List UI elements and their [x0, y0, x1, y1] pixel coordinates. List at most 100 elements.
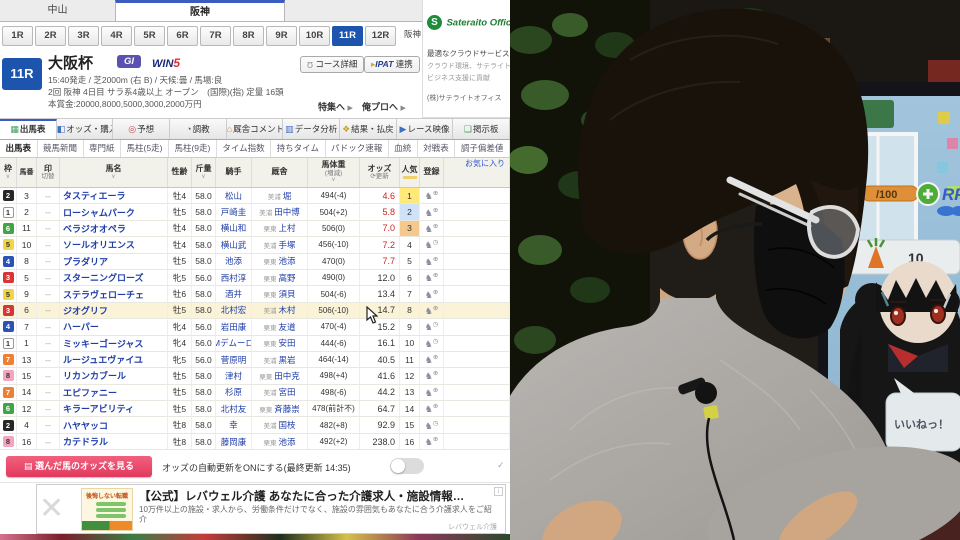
jockey-link[interactable]: 横山和: [221, 222, 247, 234]
register-horse-icon[interactable]: ♞⊕: [425, 271, 439, 284]
horse-name-link[interactable]: エピファニー: [63, 386, 117, 399]
register-horse-icon[interactable]: ♞⊕: [425, 255, 439, 268]
trainer-link[interactable]: 黒岩: [278, 354, 295, 366]
mark-cell[interactable]: --: [37, 220, 60, 237]
col-name[interactable]: 馬名: [60, 158, 168, 187]
favorite-cell[interactable]: [444, 433, 510, 450]
sub-tab[interactable]: 競馬新聞: [38, 140, 84, 157]
favorite-cell[interactable]: [444, 188, 510, 204]
tab-result[interactable]: ❖結果・払戻: [340, 119, 397, 139]
tab-comment[interactable]: ⌂厩舎コメント: [227, 119, 284, 139]
register-horse-icon[interactable]: ♞⊕: [425, 222, 439, 235]
register-horse-icon[interactable]: ♞⊕: [425, 353, 439, 366]
orepro-link[interactable]: 俺プロへ ▶: [362, 100, 406, 113]
favorite-cell[interactable]: [444, 351, 510, 368]
course-detail-button[interactable]: Ω コース詳細: [300, 56, 365, 73]
jockey-link[interactable]: 酒井: [225, 288, 242, 300]
trainer-link[interactable]: 堀: [283, 190, 292, 202]
col-sexage[interactable]: 性齢: [168, 158, 192, 187]
horse-name-link[interactable]: ソールオリエンス: [63, 238, 135, 251]
jockey-link[interactable]: 松山: [225, 190, 242, 202]
race-button-5r[interactable]: 5R: [134, 26, 165, 46]
race-button-10r[interactable]: 10R: [299, 26, 330, 46]
mark-cell[interactable]: --: [37, 204, 60, 220]
horse-name-link[interactable]: ステラヴェローチェ: [63, 288, 144, 301]
feature-link[interactable]: 特集へ ▶: [318, 100, 353, 113]
sub-tab[interactable]: 対戦表: [418, 140, 456, 157]
close-icon[interactable]: ✕: [39, 487, 64, 531]
trainer-link[interactable]: 池添: [278, 436, 295, 448]
favorite-cell[interactable]: [444, 204, 510, 220]
trainer-link[interactable]: 宮田: [278, 386, 295, 398]
tab-board[interactable]: ❑掲示板: [453, 119, 510, 139]
jockey-link[interactable]: 杉原: [225, 386, 242, 398]
horse-name-link[interactable]: ローシャムパーク: [63, 206, 135, 219]
sub-tab[interactable]: 血統: [389, 140, 418, 157]
mark-cell[interactable]: --: [37, 319, 60, 335]
favorite-cell[interactable]: [444, 335, 510, 351]
trainer-link[interactable]: 木村: [278, 304, 295, 316]
favorite-cell[interactable]: [444, 302, 510, 319]
register-horse-icon[interactable]: ♞◷: [425, 238, 439, 251]
tab-odds[interactable]: ◧オッズ・購入: [57, 119, 114, 139]
tab-movie[interactable]: ▶レース映像: [397, 119, 454, 139]
col-register[interactable]: 登録: [420, 158, 444, 187]
jockey-link[interactable]: 菅原明: [221, 354, 247, 366]
register-horse-icon[interactable]: ♞⊕: [425, 206, 439, 219]
mark-cell[interactable]: --: [37, 351, 60, 368]
tab-yosou[interactable]: ◎予想: [113, 119, 171, 139]
trainer-link[interactable]: 高野: [278, 272, 295, 284]
favorite-cell[interactable]: [444, 417, 510, 433]
register-horse-icon[interactable]: ♞⊕: [425, 304, 439, 317]
horse-name-link[interactable]: ミッキーゴージャス: [63, 337, 143, 350]
horse-name-link[interactable]: ハーパー: [63, 320, 99, 333]
horse-name-link[interactable]: タスティエーラ: [63, 189, 125, 202]
mark-cell[interactable]: --: [37, 433, 60, 450]
trainer-link[interactable]: 須貝: [278, 288, 295, 300]
trainer-link[interactable]: 安田: [278, 337, 295, 349]
trainer-link[interactable]: 斉藤崇: [274, 403, 300, 415]
auto-update-toggle[interactable]: [390, 458, 424, 474]
register-horse-icon[interactable]: ♞◷: [425, 337, 439, 350]
col-num[interactable]: 馬番: [17, 158, 37, 187]
horse-name-link[interactable]: ジオグリフ: [63, 304, 108, 317]
selected-odds-button[interactable]: ▤ 選んだ馬のオッズを見る: [6, 456, 152, 477]
jockey-link[interactable]: 横山武: [221, 239, 247, 251]
trainer-link[interactable]: 手塚: [278, 239, 295, 251]
horse-name-link[interactable]: ハヤヤッコ: [63, 419, 108, 432]
favorite-cell[interactable]: [444, 269, 510, 286]
register-horse-icon[interactable]: ♞⊕: [425, 435, 439, 448]
horse-name-link[interactable]: キラーアビリティ: [63, 402, 134, 415]
mark-cell[interactable]: --: [37, 302, 60, 319]
sub-tab[interactable]: 馬柱(9走): [169, 140, 217, 157]
race-button-6r[interactable]: 6R: [167, 26, 198, 46]
trainer-link[interactable]: 上村: [278, 222, 295, 234]
trainer-link[interactable]: 友道: [278, 321, 295, 333]
jockey-link[interactable]: 津村: [225, 370, 242, 382]
register-horse-icon[interactable]: ♞◷: [425, 320, 439, 333]
mark-cell[interactable]: --: [37, 384, 60, 401]
jockey-link[interactable]: Mデムーロ: [216, 337, 251, 349]
sub-tab[interactable]: 調子偏差値: [455, 140, 510, 157]
race-button-3r[interactable]: 3R: [68, 26, 99, 46]
sub-tab[interactable]: 馬柱(5走): [121, 140, 169, 157]
mark-cell[interactable]: --: [37, 188, 60, 204]
sateraito-ad[interactable]: S Sateraito Office 最適なクラウドサービスをご提供 クラウド環…: [422, 0, 510, 118]
jockey-link[interactable]: 藤岡康: [221, 436, 247, 448]
venue-tab-hanshin[interactable]: 阪神: [115, 0, 285, 21]
bottom-ad[interactable]: ✕ 後悔しない転職 【公式】レバウェル介護 あなたに合った介護求人・施設情報… …: [36, 484, 506, 534]
race-button-8r[interactable]: 8R: [233, 26, 264, 46]
trainer-link[interactable]: 田中克: [274, 370, 300, 382]
col-jockey[interactable]: 騎手: [216, 158, 252, 187]
race-button-4r[interactable]: 4R: [101, 26, 132, 46]
trainer-link[interactable]: 国枝: [278, 419, 295, 431]
mark-cell[interactable]: --: [37, 368, 60, 384]
favorite-cell[interactable]: [444, 253, 510, 269]
mark-cell[interactable]: --: [37, 286, 60, 302]
sub-tab[interactable]: 持ちタイム: [271, 140, 326, 157]
mark-cell[interactable]: --: [37, 335, 60, 351]
horse-name-link[interactable]: ルージュエヴァイユ: [63, 353, 143, 366]
trainer-link[interactable]: 池添: [278, 255, 295, 267]
jockey-link[interactable]: 幸: [229, 419, 238, 431]
jockey-link[interactable]: 池添: [225, 255, 242, 267]
